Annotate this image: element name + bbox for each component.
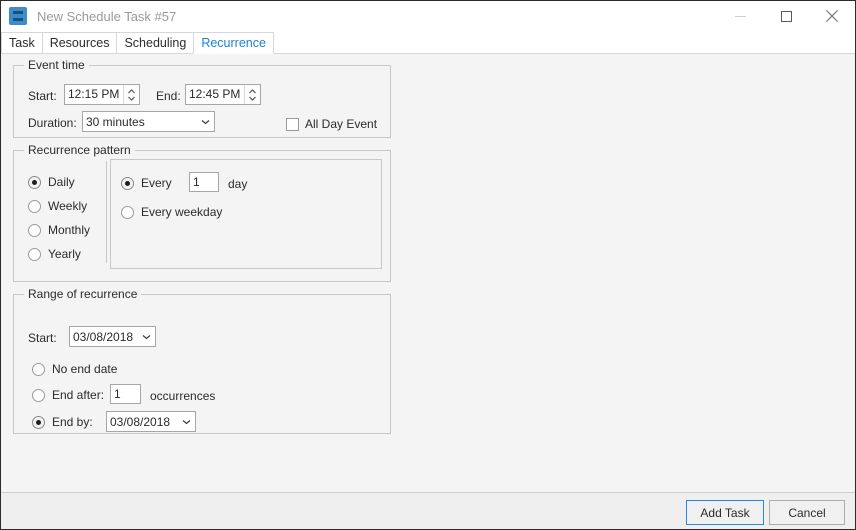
frequency-daily-label: Daily: [48, 175, 75, 189]
end-by-date-value: 03/08/2018: [110, 414, 171, 429]
start-time-stepper[interactable]: 12:15 PM: [64, 84, 140, 105]
frequency-radio-weekly[interactable]: Weekly: [28, 199, 87, 213]
range-of-recurrence-group: Range of recurrence Start: 03/08/2018 No…: [13, 287, 391, 434]
duration-value: 30 minutes: [86, 114, 145, 129]
every-unit-label: day: [228, 177, 248, 191]
tab-recurrence[interactable]: Recurrence: [193, 32, 274, 54]
event-time-group: Event time Start: 12:15 PM End: 12:45 PM…: [13, 58, 391, 138]
every-interval-input[interactable]: 1: [189, 172, 219, 192]
end-time-stepper[interactable]: 12:45 PM: [185, 84, 261, 105]
recurrence-tab-panel: Event time Start: 12:15 PM End: 12:45 PM…: [1, 54, 855, 492]
end-time-label: End:: [156, 89, 181, 103]
end-after-indicator: [32, 388, 45, 402]
frequency-radio-yearly[interactable]: Yearly: [28, 247, 81, 261]
tab-task[interactable]: Task: [1, 32, 43, 54]
frequency-daily-indicator: [28, 175, 41, 189]
all-day-event-checkbox[interactable]: All Day Event: [286, 117, 377, 131]
maximize-icon[interactable]: [763, 1, 809, 31]
event-time-legend: Event time: [24, 58, 89, 72]
schedule-task-icon: [9, 7, 27, 25]
chevron-down-icon: [177, 419, 195, 425]
range-radio-end-by[interactable]: End by:: [32, 415, 93, 429]
duration-select[interactable]: 30 minutes: [82, 111, 215, 132]
all-day-event-box: [286, 117, 299, 131]
cancel-button[interactable]: Cancel: [769, 500, 845, 525]
start-time-value: 12:15 PM: [68, 87, 120, 101]
frequency-weekly-label: Weekly: [48, 199, 88, 213]
duration-label: Duration:: [28, 116, 77, 130]
tab-task-label: Task: [9, 36, 35, 50]
frequency-monthly-indicator: [28, 223, 41, 237]
tab-resources-label: Resources: [49, 36, 110, 50]
no-end-date-indicator: [32, 362, 45, 376]
pattern-every-weekday-label: Every weekday: [141, 205, 223, 219]
pattern-every-weekday-indicator: [121, 205, 134, 219]
tab-resources[interactable]: Resources: [41, 32, 118, 54]
frequency-yearly-label: Yearly: [48, 247, 81, 261]
range-start-label: Start:: [28, 331, 57, 345]
start-time-label: Start:: [28, 89, 57, 103]
recurrence-pattern-legend: Recurrence pattern: [24, 143, 135, 157]
recurrence-pattern-group: Recurrence pattern Daily Weekly Monthly …: [13, 143, 391, 282]
pattern-options-panel: Every 1 day Every weekday: [110, 159, 382, 269]
range-start-date-select[interactable]: 03/08/2018: [69, 326, 156, 347]
end-after-occurrences-input[interactable]: 1: [110, 384, 141, 404]
schedule-task-window: New Schedule Task #57 Task Resources Sch…: [0, 0, 856, 530]
end-by-label: End by:: [52, 415, 93, 429]
end-after-label: End after:: [52, 388, 105, 402]
pattern-divider: [106, 161, 107, 263]
range-radio-end-after[interactable]: End after:: [32, 388, 104, 402]
pattern-every-label: Every: [141, 176, 172, 190]
range-of-recurrence-legend: Range of recurrence: [24, 287, 142, 301]
end-by-indicator: [32, 415, 45, 429]
no-end-date-label: No end date: [52, 362, 118, 376]
frequency-yearly-indicator: [28, 247, 41, 261]
range-radio-no-end-date[interactable]: No end date: [32, 362, 117, 376]
pattern-radio-every[interactable]: Every: [121, 176, 172, 190]
end-time-value: 12:45 PM: [189, 87, 241, 101]
minimize-icon[interactable]: [717, 1, 763, 31]
pattern-every-indicator: [121, 176, 134, 190]
close-icon[interactable]: [809, 1, 855, 31]
end-after-unit-label: occurrences: [150, 389, 216, 403]
range-start-date-value: 03/08/2018: [73, 329, 134, 344]
end-by-date-select[interactable]: 03/08/2018: [106, 411, 196, 432]
window-title: New Schedule Task #57: [37, 8, 177, 24]
frequency-monthly-label: Monthly: [48, 223, 91, 237]
tab-strip: Task Resources Scheduling Recurrence: [1, 31, 855, 54]
frequency-weekly-indicator: [28, 199, 41, 213]
window-controls: [717, 1, 855, 31]
end-time-spinner-arrows[interactable]: [244, 85, 260, 104]
tab-recurrence-label: Recurrence: [201, 36, 266, 50]
add-task-button[interactable]: Add Task: [686, 500, 764, 525]
all-day-event-label: All Day Event: [305, 117, 378, 131]
tab-scheduling[interactable]: Scheduling: [116, 32, 195, 54]
frequency-radio-daily[interactable]: Daily: [28, 175, 75, 189]
chevron-down-icon: [137, 334, 155, 340]
start-time-spinner-arrows[interactable]: [123, 85, 139, 104]
title-bar: New Schedule Task #57: [1, 1, 855, 31]
frequency-radio-monthly[interactable]: Monthly: [28, 223, 90, 237]
pattern-radio-every-weekday[interactable]: Every weekday: [121, 205, 222, 219]
tab-scheduling-label: Scheduling: [124, 36, 187, 50]
chevron-down-icon: [196, 119, 214, 125]
